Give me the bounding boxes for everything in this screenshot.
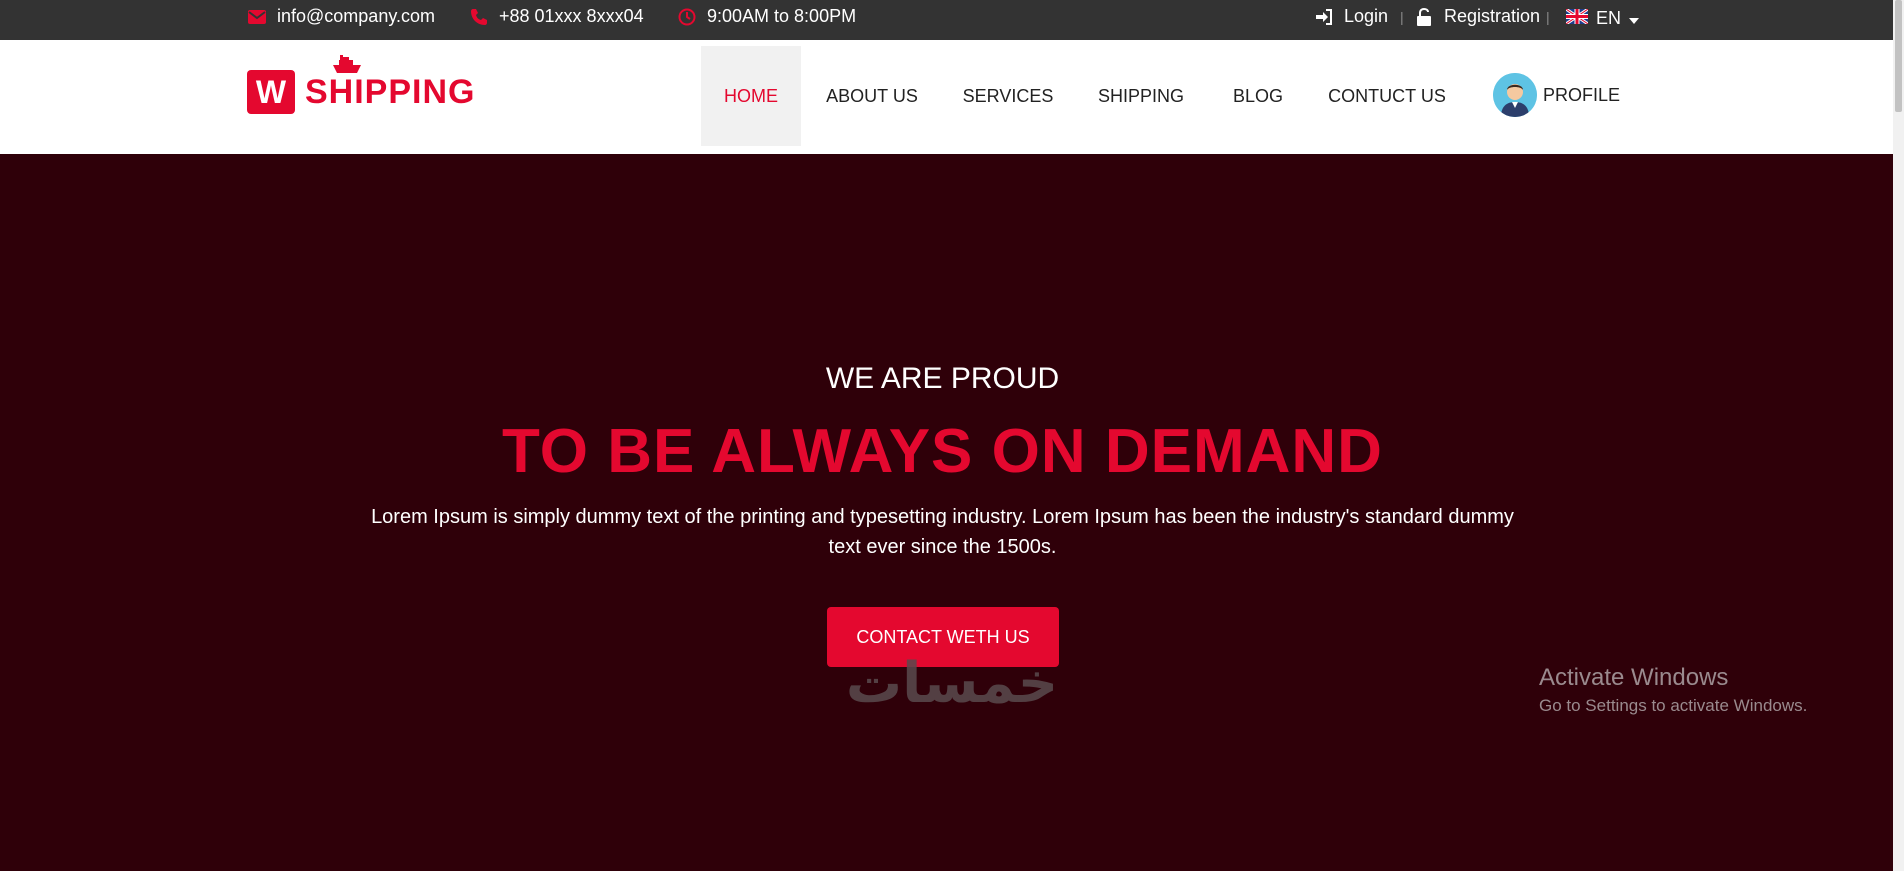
language-label: EN [1596,8,1622,28]
unlock-icon [1414,7,1434,27]
business-hours: 9:00AM to 8:00PM [677,6,856,27]
registration-link[interactable]: Registration [1414,6,1540,27]
uk-flag-icon [1565,7,1589,29]
language-selector[interactable]: EN [1565,7,1640,29]
ship-icon [332,47,362,86]
nav-contact-us[interactable]: CONTUCT US [1328,46,1446,146]
svg-text:خمسات: خمسات [846,651,1058,714]
nav-about-us[interactable]: ABOUT US [816,46,928,146]
hero-subtitle: WE ARE PROUD [825,362,1060,395]
activate-subtitle: Go to Settings to activate Windows. [1539,696,1808,715]
hero-title: TO BE ALWAYS ON DEMAND [502,417,1383,486]
contact-email[interactable]: info@company.com [247,6,435,27]
activate-title: Activate Windows [1539,664,1729,691]
separator: | [1400,9,1404,25]
top-bar: info@company.com +88 01xxx 8xxx04 9:00AM… [0,0,1893,40]
envelope-icon [247,7,267,27]
site-logo[interactable]: W SHIPPING [247,54,476,114]
separator: | [1546,9,1550,25]
page-scrollbar[interactable] [1893,0,1904,871]
login-link[interactable]: Login [1314,6,1388,27]
main-header: W SHIPPING HOME ABOUT US SERVICES SHIPPI… [0,40,1893,154]
avatar [1493,73,1537,117]
logo-name: SHIPPING [305,72,476,111]
nav-home[interactable]: HOME [701,46,801,146]
nav-services[interactable]: SERVICES [957,46,1059,146]
hero-description: Lorem Ipsum is simply dummy text of the … [371,506,1514,558]
phone-text: +88 01xxx 8xxx04 [499,6,644,26]
khamsat-watermark-logo: خمسات [836,650,1068,719]
clock-icon [677,7,697,27]
registration-label: Registration [1444,6,1541,26]
windows-activation-notice: Activate Windows Go to Settings to activ… [1539,664,1807,716]
nav-blog[interactable]: BLOG [1228,46,1288,146]
login-label: Login [1344,6,1389,26]
logo-mark: W [247,70,295,114]
profile-label: PROFILE [1543,84,1621,105]
nav-profile[interactable]: PROFILE [1493,73,1620,117]
email-text: info@company.com [277,6,436,26]
contact-phone[interactable]: +88 01xxx 8xxx04 [469,6,644,27]
sign-in-icon [1314,7,1334,27]
nav-shipping[interactable]: SHIPPING [1094,46,1188,146]
caret-down-icon [1629,8,1640,29]
logo-text-wrap: SHIPPING [305,54,476,112]
scrollbar-thumb[interactable] [1895,0,1902,112]
hero-section: WE ARE PROUD TO BE ALWAYS ON DEMAND Lore… [0,154,1893,871]
phone-icon [469,7,489,27]
hours-text: 9:00AM to 8:00PM [707,6,857,26]
